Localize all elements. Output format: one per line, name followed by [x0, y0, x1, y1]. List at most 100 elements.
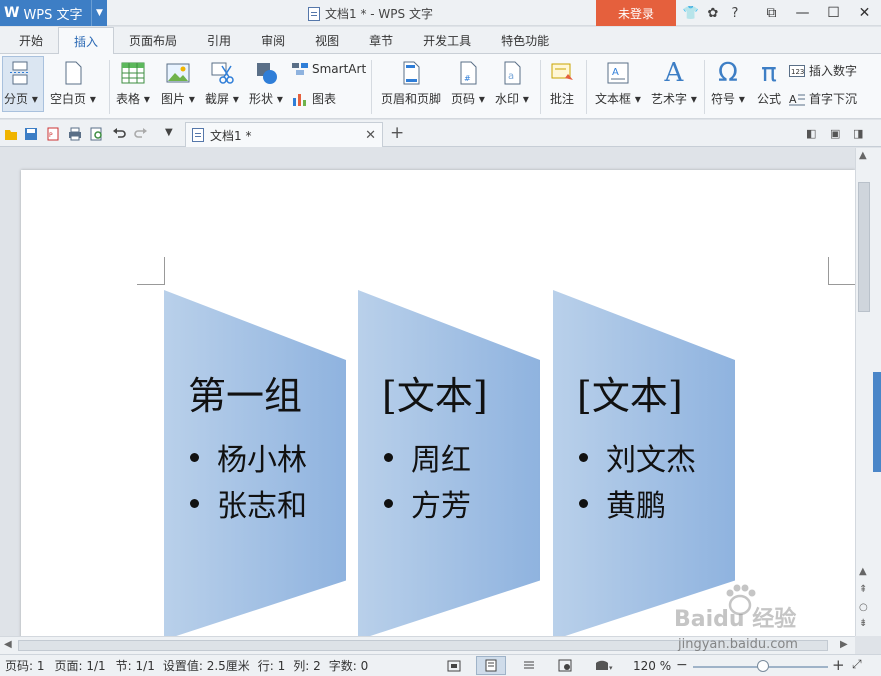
tab-special[interactable]: 特色功能: [486, 27, 564, 53]
insert-number-button[interactable]: 123 插入数字: [789, 62, 857, 79]
redo-icon[interactable]: [134, 127, 148, 141]
zoom-in-icon[interactable]: +: [832, 656, 845, 674]
textbox-button[interactable]: A 文本框 ▾: [595, 60, 641, 107]
list-item[interactable]: 方芳: [384, 480, 471, 526]
full-screen-icon[interactable]: [446, 659, 462, 673]
list-item[interactable]: 黄鹏: [579, 480, 696, 526]
smartart-button[interactable]: SmartArt: [292, 62, 366, 76]
zoom-slider[interactable]: [693, 660, 828, 672]
wps-writer-window: W WPS 文字 ▼ 文档1 * - WPS 文字 未登录 👕 ✿ ? ⧉ — …: [0, 0, 881, 676]
web-view-icon[interactable]: [558, 659, 572, 672]
group-2-list[interactable]: 周红 方芳: [384, 434, 471, 526]
tab-view[interactable]: 视图: [300, 27, 354, 53]
list-item[interactable]: 周红: [384, 434, 471, 480]
chart-button[interactable]: 图表: [292, 90, 336, 107]
login-button[interactable]: 未登录: [596, 0, 676, 26]
table-button[interactable]: 表格 ▾: [116, 60, 150, 107]
wordart-button[interactable]: A 艺术字 ▾: [651, 60, 697, 107]
scroll-left-icon[interactable]: ◀: [4, 639, 12, 650]
wordart-icon: A: [664, 58, 684, 88]
group-3-title[interactable]: [文本]: [577, 365, 683, 420]
new-tab-plus-icon[interactable]: +: [390, 123, 404, 143]
list-item[interactable]: 刘文杰: [579, 434, 696, 480]
status-pages[interactable]: 页面: 1/1: [55, 657, 106, 674]
zoom-out-icon[interactable]: −: [676, 657, 688, 673]
smartart-icon: [292, 63, 308, 75]
select-browse-object-icon[interactable]: ○: [859, 602, 868, 613]
symbol-button[interactable]: Ω 符号 ▾: [711, 60, 745, 107]
help-icon[interactable]: ?: [724, 6, 746, 21]
watermark-button[interactable]: a 水印 ▾: [495, 60, 529, 107]
close-icon[interactable]: ✕: [849, 5, 880, 21]
tab-arrange-icon[interactable]: ◨: [853, 127, 863, 140]
print-icon[interactable]: [68, 127, 82, 141]
group-1-title[interactable]: 第一组: [188, 365, 302, 420]
minimize-icon[interactable]: —: [787, 5, 818, 21]
omega-symbol-icon: Ω: [717, 58, 738, 88]
status-section[interactable]: 节: 1/1: [116, 657, 155, 674]
app-menu-dropdown-icon[interactable]: ▼: [91, 0, 107, 26]
group-3-list[interactable]: 刘文杰 黄鹏: [579, 434, 696, 526]
group-2-title[interactable]: [文本]: [382, 365, 488, 420]
next-page-icon[interactable]: ⇟: [859, 618, 867, 629]
quick-access-dropdown-icon[interactable]: ▼: [165, 127, 173, 138]
outline-view-icon[interactable]: [522, 659, 536, 672]
print-preview-icon[interactable]: [90, 127, 104, 141]
tab-developer[interactable]: 开发工具: [408, 27, 486, 53]
tab-start[interactable]: 开始: [4, 27, 58, 53]
eye-protection-icon[interactable]: ▾: [594, 659, 614, 672]
fit-window-icon[interactable]: ⤢: [852, 657, 862, 672]
drop-cap-button[interactable]: A 首字下沉: [789, 90, 857, 107]
tab-section[interactable]: 章节: [354, 27, 408, 53]
vertical-scroll-thumb[interactable]: [858, 182, 870, 312]
scroll-up-icon[interactable]: ▲: [859, 566, 867, 577]
side-panel-tab[interactable]: [872, 148, 881, 636]
status-setting[interactable]: 设置值: 2.5厘米: [163, 657, 250, 674]
page-break-button[interactable]: 分页 ▾: [4, 60, 38, 107]
chat-icon[interactable]: ✿: [702, 6, 724, 21]
comment-button[interactable]: 批注: [549, 60, 575, 107]
formula-button[interactable]: π 公式: [756, 60, 782, 107]
export-pdf-icon[interactable]: P: [46, 127, 60, 141]
page-number-button[interactable]: # 页码 ▾: [451, 60, 485, 107]
status-word-count[interactable]: 字数: 0: [329, 657, 369, 674]
status-page-number[interactable]: 页码: 1: [5, 657, 45, 674]
tab-tool-icon[interactable]: ◧: [806, 127, 816, 140]
ribbon-separator: [540, 60, 541, 114]
restore-layout-icon[interactable]: ⧉: [756, 5, 787, 21]
list-item[interactable]: 张志和: [190, 480, 307, 526]
tab-list-icon[interactable]: ▣: [830, 127, 840, 140]
shape-button[interactable]: 形状 ▾: [249, 60, 283, 107]
save-icon[interactable]: [24, 127, 38, 141]
status-col[interactable]: 列: 2: [293, 657, 321, 674]
tab-references[interactable]: 引用: [192, 27, 246, 53]
zoom-level[interactable]: 120 %: [633, 659, 671, 673]
vertical-scrollbar[interactable]: ▲ ▲ ⇞ ○ ⇟: [855, 148, 872, 636]
document-tab[interactable]: 文档1 * ✕: [185, 122, 383, 147]
tab-page-layout[interactable]: 页面布局: [114, 27, 192, 53]
page-number-icon: #: [460, 61, 477, 85]
skin-shirt-icon[interactable]: 👕: [680, 6, 702, 21]
blank-page-button[interactable]: 空白页 ▾: [50, 60, 96, 107]
close-tab-icon[interactable]: ✕: [365, 128, 376, 143]
screenshot-label: 截屏: [205, 92, 230, 106]
undo-icon[interactable]: [112, 127, 126, 141]
prev-page-icon[interactable]: ⇞: [859, 584, 867, 595]
scroll-top-icon[interactable]: ▲: [859, 150, 867, 161]
app-menu-button[interactable]: W WPS 文字 ▼: [0, 0, 107, 26]
open-folder-icon[interactable]: [4, 127, 18, 141]
pi-formula-icon: π: [761, 58, 777, 88]
tab-review[interactable]: 审阅: [246, 27, 300, 53]
header-footer-button[interactable]: 页眉和页脚: [381, 60, 441, 107]
group-1-list[interactable]: 杨小林 张志和: [190, 434, 307, 526]
comment-icon: [551, 63, 573, 80]
screenshot-button[interactable]: 截屏 ▾: [205, 60, 239, 107]
side-panel-toggle[interactable]: [873, 372, 881, 472]
textbox-label: 文本框: [595, 92, 632, 106]
list-item[interactable]: 杨小林: [190, 434, 307, 480]
picture-button[interactable]: 图片 ▾: [161, 60, 195, 107]
maximize-icon[interactable]: ☐: [818, 5, 849, 21]
tab-insert[interactable]: 插入: [58, 27, 115, 54]
blank-page-label: 空白页: [50, 92, 87, 106]
status-row[interactable]: 行: 1: [258, 657, 286, 674]
